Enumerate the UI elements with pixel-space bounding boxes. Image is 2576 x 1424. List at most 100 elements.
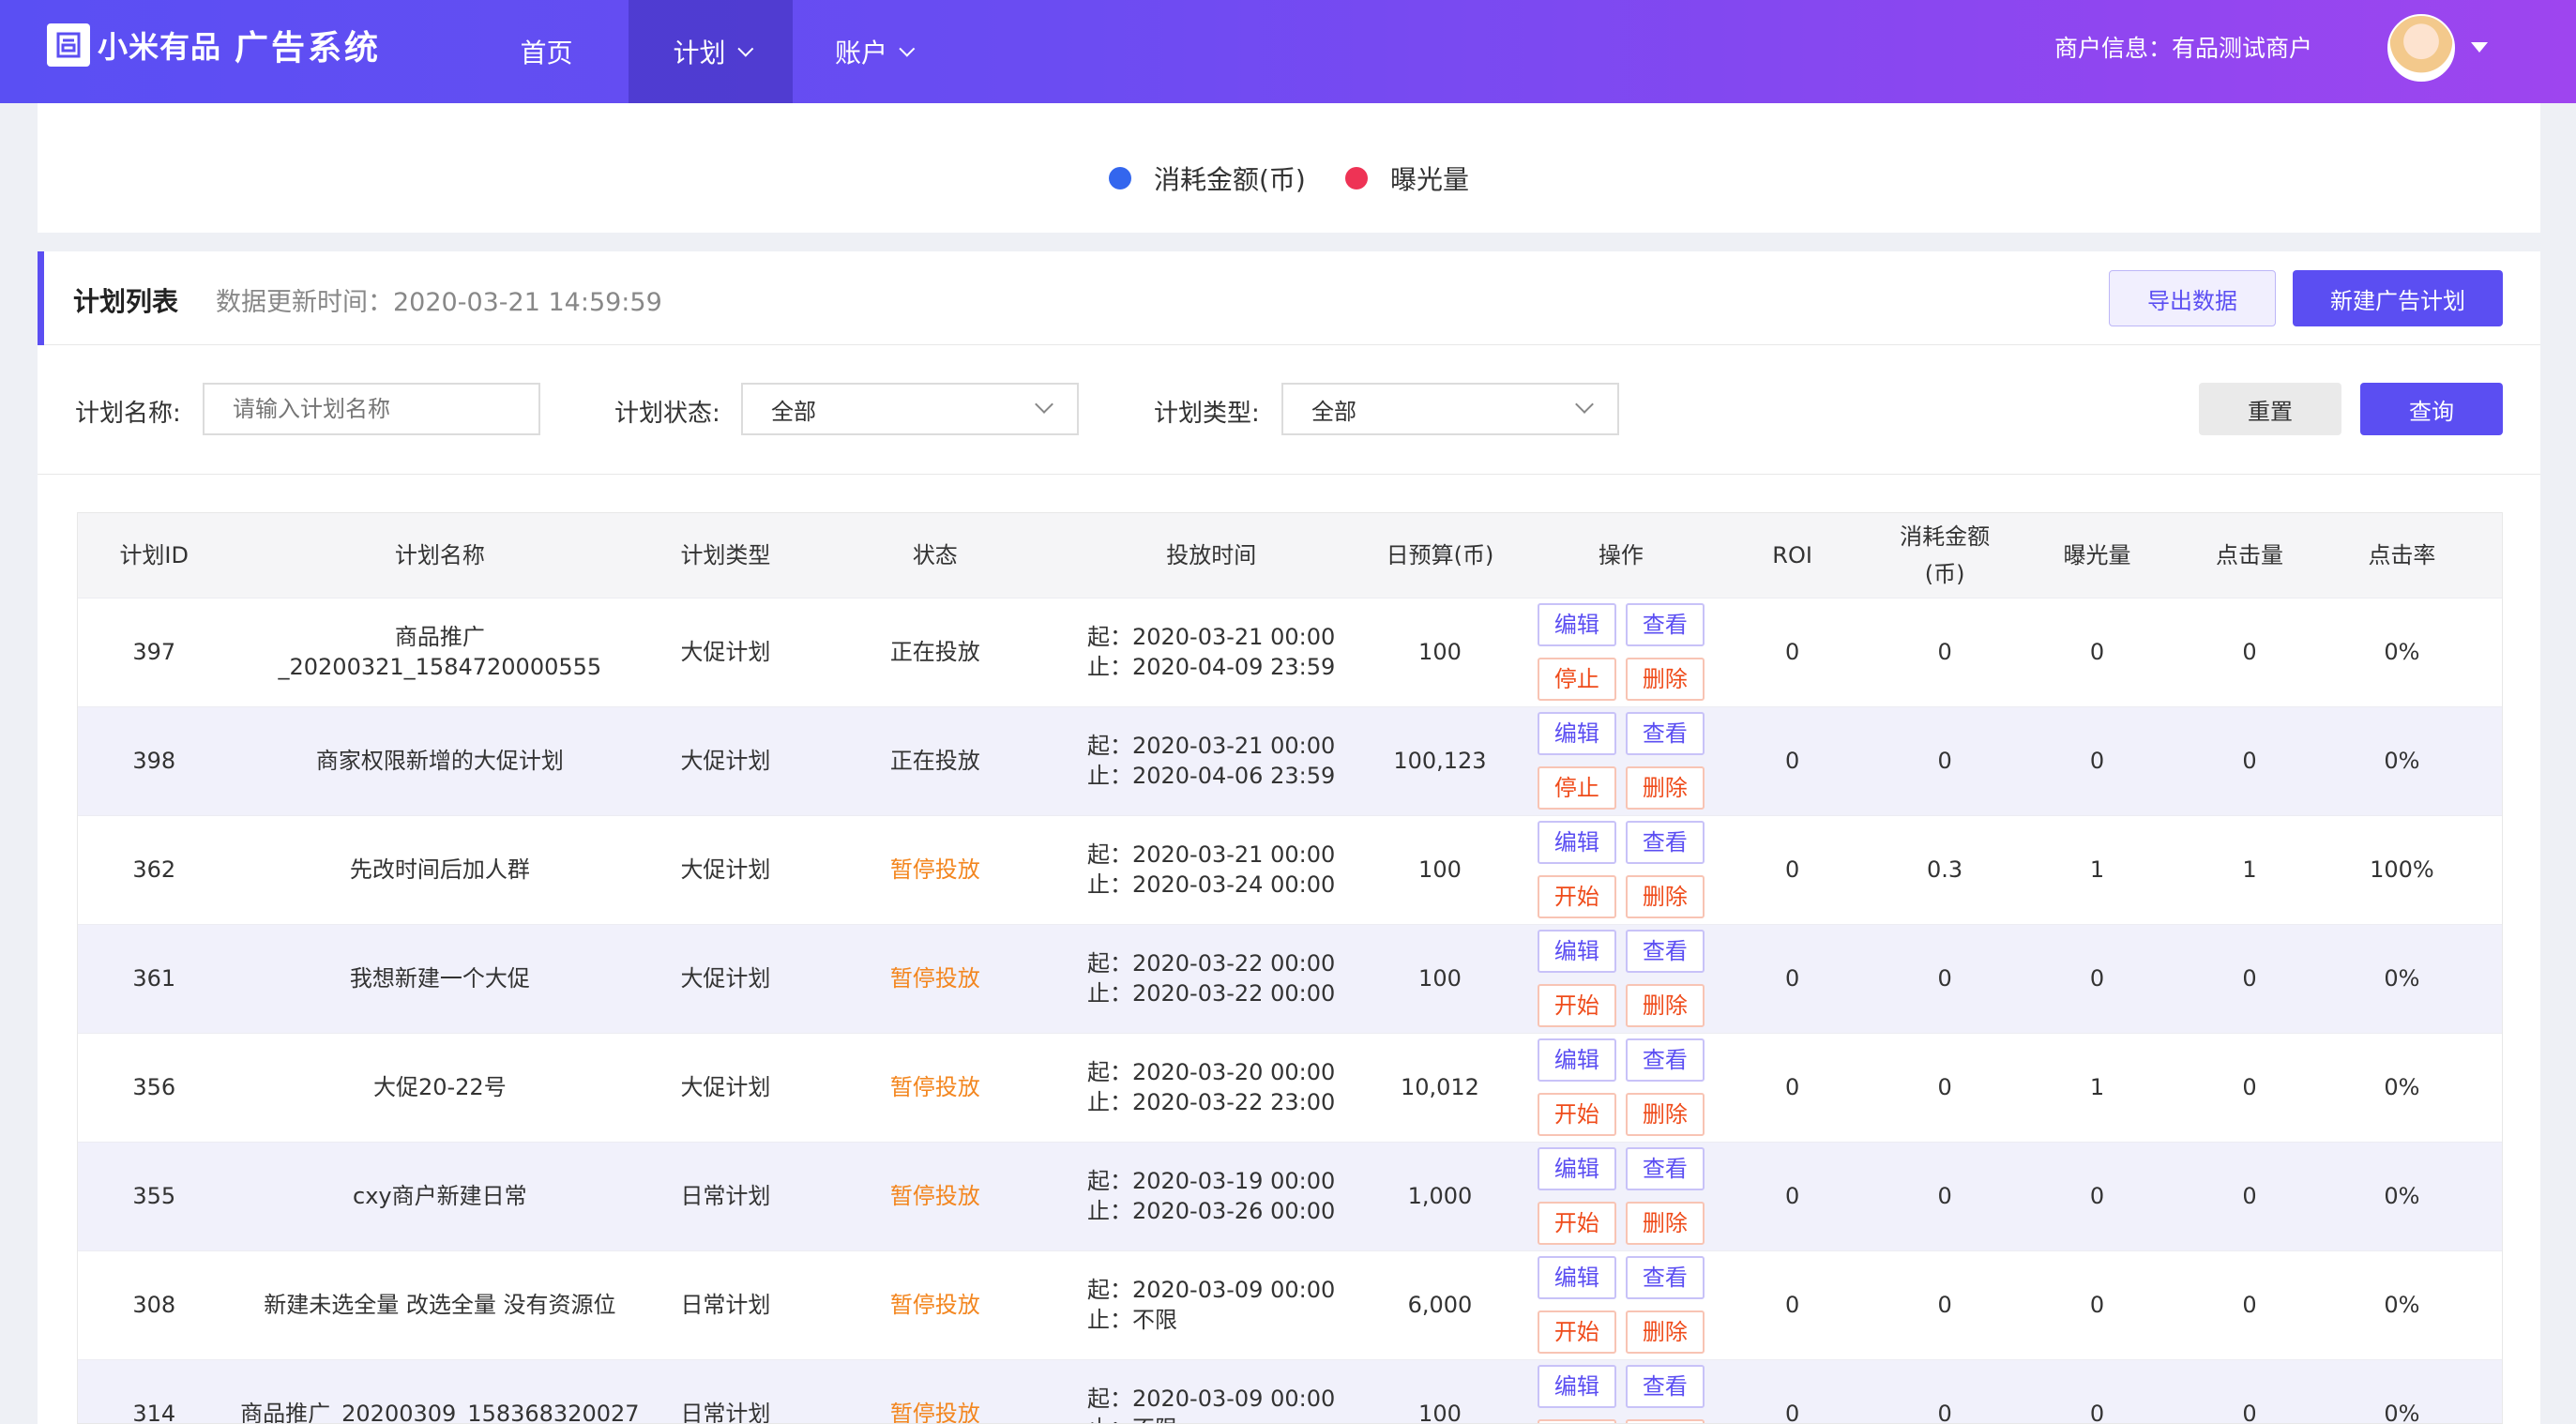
operations-cell: 编辑查看开始删除 xyxy=(1525,923,1717,1033)
delete-button[interactable]: 删除 xyxy=(1625,1310,1705,1354)
start-button[interactable]: 开始 xyxy=(1537,1419,1616,1423)
view-button[interactable]: 查看 xyxy=(1625,1365,1705,1409)
edit-button[interactable]: 编辑 xyxy=(1537,712,1616,755)
edit-button[interactable]: 编辑 xyxy=(1537,1365,1616,1409)
legend-item-impressions[interactable]: 曝光量 xyxy=(1345,159,1469,197)
plan-name-input[interactable] xyxy=(203,383,540,435)
table-row[interactable]: 397 商品推广_20200321_1584720000555 大促计划 正在投放 起：… xyxy=(78,597,2502,706)
view-button[interactable]: 查看 xyxy=(1625,821,1705,864)
ctr-cell: 0% xyxy=(2326,1141,2478,1250)
stop-button[interactable]: 停止 xyxy=(1537,766,1616,810)
plan-id-cell: 356 xyxy=(78,1032,231,1142)
chart-legend-card: 消耗金额(币) 曝光量 xyxy=(38,103,2540,233)
table-row[interactable]: 361 我想新建一个大促 大促计划 暂停投放 起：2020-03-22 00:00 止：… xyxy=(78,923,2502,1033)
table-row[interactable]: 308 新建未选全量 改选全量 没有资源位 日常计划 暂停投放 起：2020-03-09… xyxy=(78,1250,2502,1359)
ctr-cell: 0% xyxy=(2326,1032,2478,1142)
roi-cell: 0 xyxy=(1716,1358,1869,1423)
view-button[interactable]: 查看 xyxy=(1625,930,1705,973)
plan-type-select[interactable]: 全部 xyxy=(1281,383,1619,435)
start-button[interactable]: 开始 xyxy=(1537,1093,1616,1136)
impressions-cell: 0 xyxy=(2021,1250,2174,1359)
delete-button[interactable]: 删除 xyxy=(1625,1419,1705,1423)
plan-name-cell: 商家权限新增的大促计划 xyxy=(230,705,650,815)
roi-cell: 0 xyxy=(1716,923,1869,1033)
create-plan-button[interactable]: 新建广告计划 xyxy=(2293,270,2503,326)
column-header: 操作 xyxy=(1525,513,1717,598)
edit-button[interactable]: 编辑 xyxy=(1537,930,1616,973)
roi-cell: 0 xyxy=(1716,1250,1869,1359)
overflow-cell xyxy=(2478,1250,2502,1359)
plan-name-cell: cxy商户新建日常 xyxy=(230,1141,650,1250)
nav-account-label: 账户 xyxy=(834,38,887,68)
stop-button[interactable]: 停止 xyxy=(1537,658,1616,701)
plan-status-cell: 暂停投放 xyxy=(801,814,1068,924)
plan-id-cell: 314 xyxy=(78,1358,231,1423)
legend-label-impressions: 曝光量 xyxy=(1390,164,1470,195)
table-row[interactable]: 362 先改时间后加人群 大促计划 暂停投放 起：2020-03-21 00:00 止：… xyxy=(78,814,2502,924)
caret-down-icon[interactable] xyxy=(2471,42,2488,53)
view-button[interactable]: 查看 xyxy=(1625,1256,1705,1299)
impressions-cell: 0 xyxy=(2021,705,2174,815)
delete-button[interactable]: 删除 xyxy=(1625,1093,1705,1136)
overflow-cell xyxy=(2478,814,2502,924)
chevron-down-icon xyxy=(736,40,753,57)
daily-budget-cell: 1,000 xyxy=(1354,1141,1526,1250)
overflow-cell xyxy=(2478,597,2502,706)
export-data-button[interactable]: 导出数据 xyxy=(2109,270,2276,326)
edit-button[interactable]: 编辑 xyxy=(1537,1256,1616,1299)
edit-button[interactable]: 编辑 xyxy=(1537,1147,1616,1190)
column-header: 计划名称 xyxy=(230,513,650,598)
delete-button[interactable]: 删除 xyxy=(1625,984,1705,1027)
top-navbar: 小米有品 广告系统 首页 计划 账户 商户信息：有品测试商户 xyxy=(0,0,2576,103)
ctr-cell: 0% xyxy=(2326,705,2478,815)
delete-button[interactable]: 删除 xyxy=(1625,1202,1705,1245)
start-button[interactable]: 开始 xyxy=(1537,1310,1616,1354)
logo[interactable]: 小米有品 xyxy=(47,23,221,68)
delete-button[interactable]: 删除 xyxy=(1625,766,1705,810)
plan-status-select[interactable]: 全部 xyxy=(741,383,1079,435)
table-row[interactable]: 314 商品推广_20200309_158368320027 日常计划 暂停投放 起：2… xyxy=(78,1358,2502,1423)
table-row[interactable]: 398 商家权限新增的大促计划 大促计划 正在投放 起：2020-03-21 00:00… xyxy=(78,705,2502,815)
delete-button[interactable]: 删除 xyxy=(1625,875,1705,918)
start-button[interactable]: 开始 xyxy=(1537,875,1616,918)
plan-type-cell: 大促计划 xyxy=(649,814,802,924)
start-button[interactable]: 开始 xyxy=(1537,1202,1616,1245)
plan-status-cell: 正在投放 xyxy=(801,705,1068,815)
view-button[interactable]: 查看 xyxy=(1625,1038,1705,1082)
view-button[interactable]: 查看 xyxy=(1625,1147,1705,1190)
plan-id-cell: 398 xyxy=(78,705,231,815)
legend-item-spend[interactable]: 消耗金额(币) xyxy=(1109,159,1306,197)
nav-account[interactable]: 账户 xyxy=(802,0,943,103)
edit-button[interactable]: 编辑 xyxy=(1537,603,1616,646)
start-button[interactable]: 开始 xyxy=(1537,984,1616,1027)
overflow-cell xyxy=(2478,1358,2502,1423)
reset-button[interactable]: 重置 xyxy=(2199,383,2341,435)
clicks-cell: 0 xyxy=(2173,1141,2326,1250)
nav-home[interactable]: 首页 xyxy=(478,0,614,103)
nav-plan[interactable]: 计划 xyxy=(629,0,793,103)
plan-type-cell: 大促计划 xyxy=(649,1032,802,1142)
table-row[interactable]: 355 cxy商户新建日常 日常计划 暂停投放 起：2020-03-19 00:00 止… xyxy=(78,1141,2502,1250)
edit-button[interactable]: 编辑 xyxy=(1537,821,1616,864)
delete-button[interactable]: 删除 xyxy=(1625,658,1705,701)
operations-cell: 编辑查看开始删除 xyxy=(1525,1250,1717,1359)
table-row[interactable]: 356 大促20-22号 大促计划 暂停投放 起：2020-03-20 00:00 止：… xyxy=(78,1032,2502,1142)
merchant-info: 商户信息：有品测试商户 xyxy=(2054,35,2313,62)
impressions-cell: 1 xyxy=(2021,814,2174,924)
roi-cell: 0 xyxy=(1716,705,1869,815)
edit-button[interactable]: 编辑 xyxy=(1537,1038,1616,1082)
clicks-cell: 0 xyxy=(2173,923,2326,1033)
plan-type-cell: 大促计划 xyxy=(649,705,802,815)
query-button[interactable]: 查询 xyxy=(2360,383,2503,435)
overflow-cell xyxy=(2478,1032,2502,1142)
plan-name-cell: 大促20-22号 xyxy=(230,1032,650,1142)
plan-table-container[interactable]: 计划ID 计划名称 计划类型 状态 投放时间 日预算(币) 操作 ROI 消耗金额 (币) 曝光量… xyxy=(77,512,2503,1424)
avatar[interactable] xyxy=(2387,14,2455,82)
daily-budget-cell: 100,123 xyxy=(1354,705,1526,815)
plan-type-value: 全部 xyxy=(1311,398,1356,425)
spend-cell: 0 xyxy=(1868,1032,2022,1142)
view-button[interactable]: 查看 xyxy=(1625,603,1705,646)
plan-status-label: 计划状态: xyxy=(614,400,720,428)
daily-budget-cell: 100 xyxy=(1354,1358,1526,1423)
view-button[interactable]: 查看 xyxy=(1625,712,1705,755)
